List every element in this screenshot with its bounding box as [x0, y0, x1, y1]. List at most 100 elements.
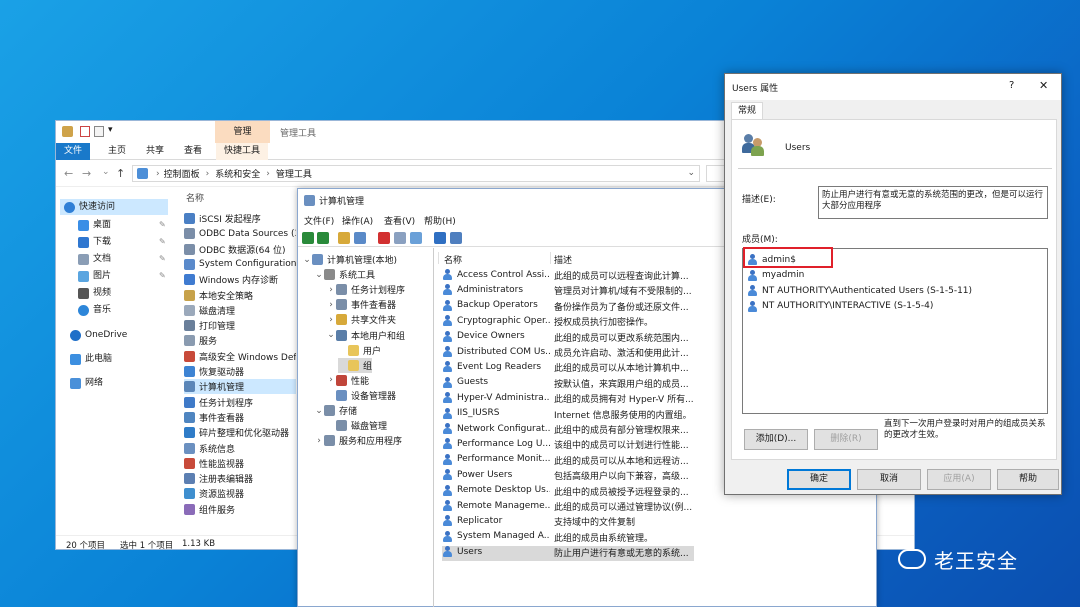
- file-item[interactable]: 服务: [184, 333, 296, 348]
- members-list[interactable]: admin$ myadmin NT AUTHORITY\Authenticated …: [742, 247, 1048, 414]
- address-bar[interactable]: › 控制面板 › 系统和安全 › 管理工具 ⌄: [132, 165, 700, 182]
- table-row[interactable]: Users 防止用户进行有意或无意的系统...: [442, 546, 694, 562]
- back-icon[interactable]: [302, 232, 314, 244]
- expander-icon[interactable]: ⌄: [326, 330, 336, 340]
- column-header-name[interactable]: 名称: [186, 191, 204, 204]
- cancel-button[interactable]: 取消: [857, 469, 921, 490]
- list-item[interactable]: NT AUTHORITY\Authenticated Users (S-1-5-…: [747, 283, 972, 298]
- file-item[interactable]: 计算机管理: [184, 379, 296, 395]
- list-item[interactable]: NT AUTHORITY\INTERACTIVE (S-1-5-4): [747, 299, 933, 314]
- table-row[interactable]: Access Control Assi... 此组的成员可以远程查询此计算...: [442, 269, 694, 284]
- file-item[interactable]: 恢复驱动器: [184, 364, 296, 379]
- toolbar-dropdown-icon[interactable]: ▾: [108, 125, 113, 135]
- file-item[interactable]: 高级安全 Windows Defe: [184, 349, 296, 364]
- table-row[interactable]: Replicator 支持域中的文件复制: [442, 515, 694, 530]
- table-row[interactable]: Performance Monit... 此组的成员可以从本地和远程访...: [442, 453, 694, 469]
- file-item[interactable]: ODBC Data Sources (3: [184, 226, 296, 241]
- table-row[interactable]: Event Log Readers 此组的成员可以从本地计算机中...: [442, 361, 694, 376]
- menu-file[interactable]: 文件(F): [304, 214, 334, 227]
- file-item[interactable]: System Configuration: [184, 257, 296, 272]
- file-item[interactable]: 任务计划程序: [184, 395, 296, 410]
- breadcrumb-system-security[interactable]: 系统和安全: [215, 167, 260, 180]
- show-tree-icon[interactable]: [354, 232, 366, 244]
- apply-button[interactable]: 应用(A): [927, 469, 991, 490]
- expander-icon[interactable]: ›: [314, 436, 324, 446]
- expander-icon[interactable]: ⌄: [302, 255, 312, 265]
- table-row[interactable]: Power Users 包括高级用户以向下兼容，高级...: [442, 469, 694, 484]
- nav-item-desktop[interactable]: 桌面: [78, 217, 111, 233]
- breadcrumb-control-panel[interactable]: 控制面板: [164, 167, 200, 180]
- table-row[interactable]: Backup Operators 备份操作员为了备份或还原文件...: [442, 299, 694, 315]
- nav-item-quick-access[interactable]: 快速访问: [64, 199, 115, 215]
- tree-node[interactable]: › 事件查看器: [326, 297, 396, 312]
- file-item[interactable]: 本地安全策略: [184, 288, 296, 303]
- ok-button[interactable]: 确定: [787, 469, 851, 490]
- expander-icon[interactable]: ›: [326, 300, 336, 310]
- nav-item-this-pc[interactable]: 此电脑: [70, 351, 112, 367]
- file-item[interactable]: 组件服务: [184, 502, 296, 517]
- nav-item-downloads[interactable]: 下载: [78, 234, 111, 250]
- tree-node[interactable]: ⌄ 本地用户和组: [326, 328, 405, 343]
- file-item[interactable]: iSCSI 发起程序: [184, 211, 296, 226]
- help-button[interactable]: 帮助: [997, 469, 1059, 490]
- file-item[interactable]: 事件查看器: [184, 410, 296, 425]
- expander-icon[interactable]: ⌄: [314, 406, 324, 416]
- tab-home[interactable]: 主页: [100, 143, 134, 160]
- expander-icon[interactable]: ⌄: [314, 270, 324, 280]
- file-item[interactable]: 系统信息: [184, 441, 296, 456]
- pin-icon[interactable]: ✎: [159, 271, 166, 280]
- table-row[interactable]: Distributed COM Us... 成员允许启动、激活和使用此计...: [442, 346, 694, 361]
- file-item[interactable]: 磁盘清理: [184, 303, 296, 318]
- menu-action[interactable]: 操作(A): [342, 214, 373, 227]
- add-member-button[interactable]: 添加(D)...: [744, 429, 808, 450]
- nav-item-music[interactable]: 音乐: [78, 302, 111, 318]
- file-item[interactable]: 注册表编辑器: [184, 471, 296, 486]
- forward-arrow-icon[interactable]: →: [82, 167, 91, 180]
- tree-node[interactable]: › 共享文件夹: [326, 312, 396, 327]
- help-icon[interactable]: [434, 232, 446, 244]
- tree-node[interactable]: ⌄ 系统工具: [314, 267, 375, 282]
- up-arrow-icon[interactable]: ↑: [116, 167, 125, 180]
- file-item[interactable]: 性能监视器: [184, 456, 296, 471]
- table-row[interactable]: Administrators 管理员对计算机/域有不受限制的...: [442, 284, 694, 299]
- tree-node[interactable]: 设备管理器: [326, 388, 396, 403]
- file-item[interactable]: ODBC 数据源(64 位): [184, 242, 296, 257]
- delete-icon[interactable]: [378, 232, 390, 244]
- tree-node[interactable]: 组: [338, 357, 373, 373]
- tree-node[interactable]: 磁盘管理: [326, 418, 387, 433]
- tree-node[interactable]: › 服务和应用程序: [314, 433, 402, 448]
- nav-item-documents[interactable]: 文档: [78, 251, 111, 267]
- tree-node[interactable]: ⌄ 存储: [314, 403, 357, 418]
- pin-icon[interactable]: ✎: [159, 237, 166, 246]
- ribbon-context-tab[interactable]: 管理: [215, 121, 270, 143]
- pin-icon[interactable]: ✎: [159, 254, 166, 263]
- close-icon[interactable]: ✕: [1039, 79, 1048, 92]
- help-question-icon[interactable]: ?: [1009, 80, 1014, 91]
- nav-item-videos[interactable]: 视频: [78, 285, 111, 301]
- table-row[interactable]: System Managed A... 此组的成员由系统管理。: [442, 530, 694, 546]
- description-field[interactable]: 防止用户进行有意或无意的系统范围的更改，但是可以运行大部分应用程序: [818, 186, 1048, 219]
- properties-icon[interactable]: [394, 232, 406, 244]
- tree-node[interactable]: › 任务计划程序: [326, 282, 405, 297]
- list-item[interactable]: myadmin: [747, 268, 804, 283]
- quick-access-toolbar-icon[interactable]: [62, 126, 73, 137]
- refresh-icon[interactable]: [410, 232, 422, 244]
- table-row[interactable]: Cryptographic Oper... 授权成员执行加密操作。: [442, 315, 694, 330]
- nav-item-network[interactable]: 网络: [70, 375, 103, 391]
- table-row[interactable]: IIS_IUSRS Internet 信息服务使用的内置组。: [442, 407, 694, 423]
- table-row[interactable]: Performance Log U... 该组中的成员可以计划进行性能...: [442, 438, 694, 453]
- tree-node[interactable]: ⌄ 计算机管理(本地): [302, 252, 397, 267]
- tree-node[interactable]: › 性能: [326, 373, 369, 388]
- breadcrumb-admin-tools[interactable]: 管理工具: [276, 167, 312, 180]
- expander-icon[interactable]: ›: [326, 375, 336, 385]
- tab-shortcut-tools[interactable]: 快捷工具: [216, 143, 269, 160]
- up-level-icon[interactable]: [338, 232, 350, 244]
- file-item[interactable]: 碎片整理和优化驱动器: [184, 425, 296, 440]
- new-folder-icon[interactable]: [94, 126, 104, 137]
- file-item[interactable]: 资源监视器: [184, 486, 296, 501]
- table-row[interactable]: Device Owners 此组的成员可以更改系统范围内...: [442, 330, 694, 346]
- tab-share[interactable]: 共享: [138, 143, 172, 160]
- forward-icon[interactable]: [317, 232, 329, 244]
- table-row[interactable]: Hyper-V Administra... 此组的成员拥有对 Hyper-V 所有…: [442, 392, 694, 407]
- properties-icon[interactable]: [80, 126, 90, 137]
